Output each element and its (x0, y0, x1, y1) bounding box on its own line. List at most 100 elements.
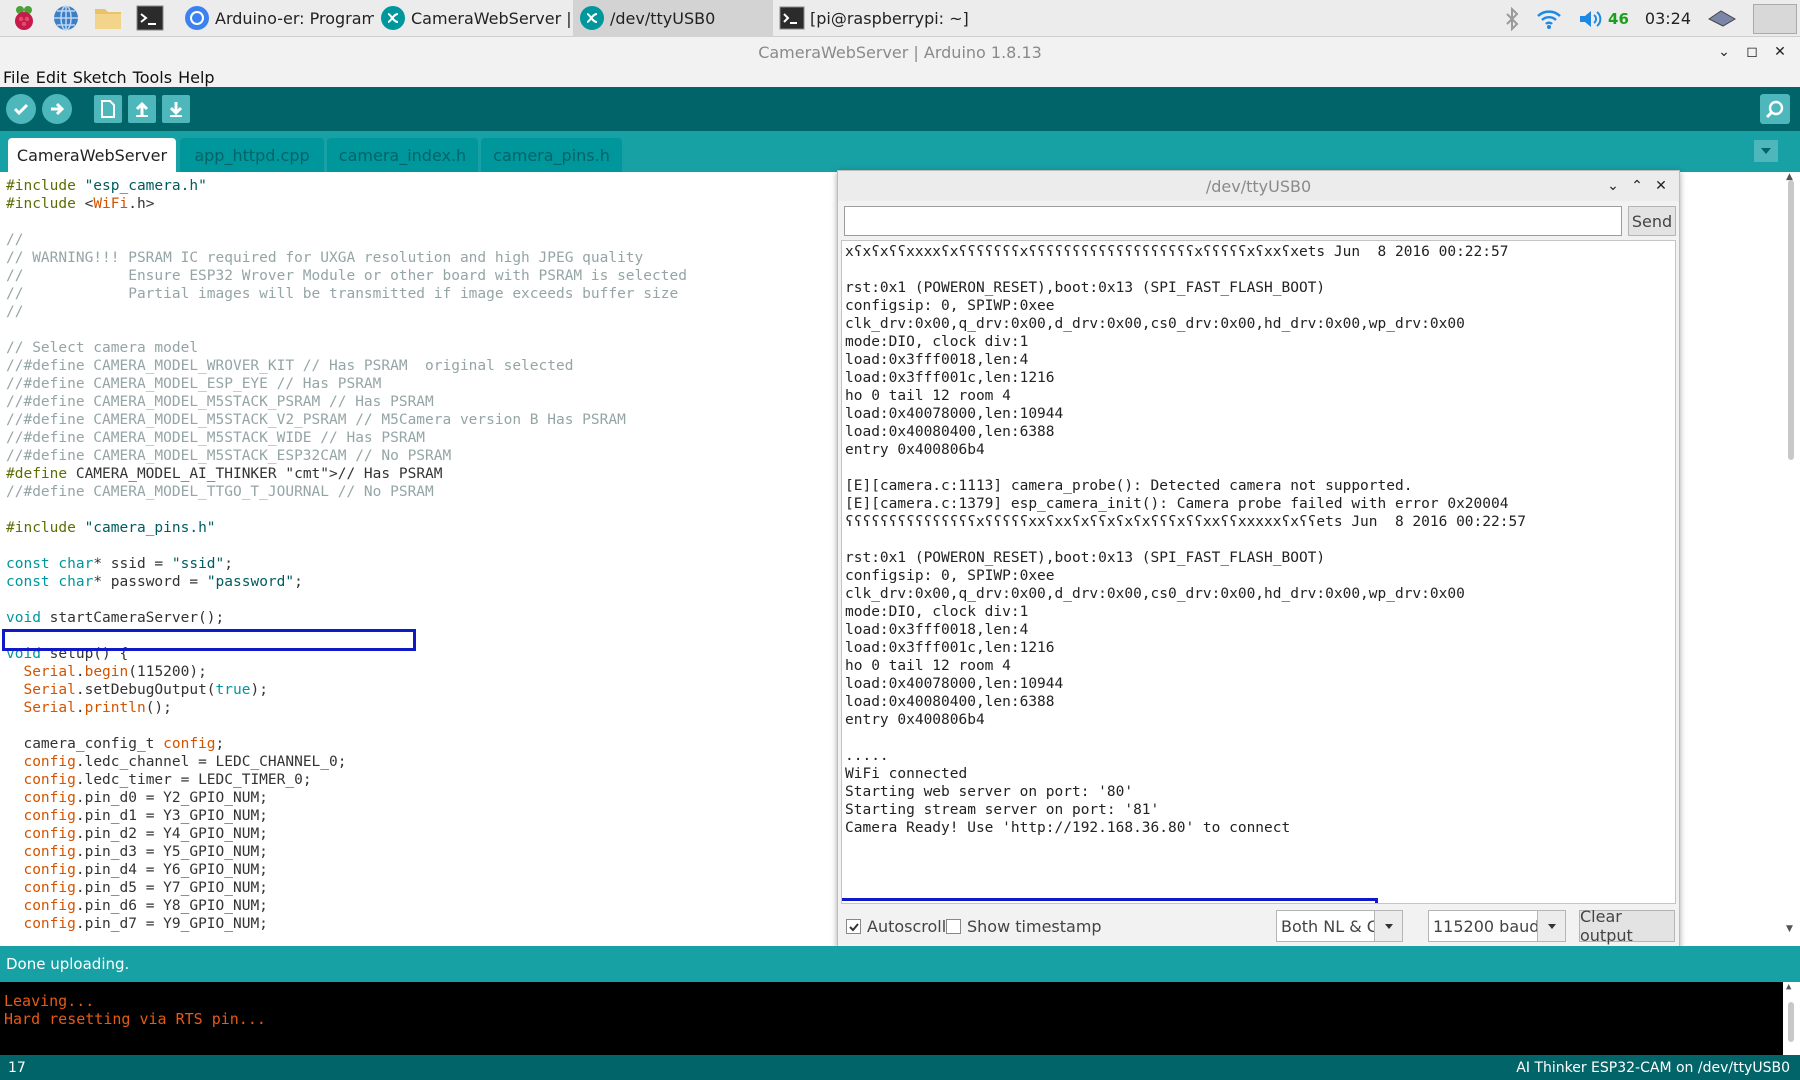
code-line: //#define CAMERA_MODEL_WROVER_KIT // Has… (6, 358, 574, 374)
file-manager-icon[interactable] (90, 2, 126, 35)
line-ending-select[interactable]: Both NL & CR (1276, 910, 1403, 942)
serial-line: load:0x40080400,len:6388 (845, 424, 1055, 440)
code-line: Serial.begin(115200); (23, 664, 207, 680)
code-line: #include "esp_camera.h" (6, 178, 207, 194)
tab-menu-button[interactable] (1754, 140, 1778, 162)
menu-sketch[interactable]: Sketch (70, 68, 130, 87)
serial-line: load:0x3fff0018,len:4 (845, 352, 1029, 368)
serial-monitor-button[interactable] (1760, 94, 1790, 124)
serial-line: clk_drv:0x00,q_drv:0x00,d_drv:0x00,cs0_d… (845, 316, 1465, 332)
serial-line: load:0x40080400,len:6388 (845, 694, 1055, 710)
minimize-icon[interactable]: ⌄ (1710, 44, 1738, 60)
autoscroll-label: Autoscroll (867, 917, 947, 936)
show-desktop-button[interactable] (1753, 3, 1797, 34)
minimize-icon[interactable]: ⌄ (1601, 178, 1625, 194)
task-label: CameraWebServer | A... (411, 8, 573, 28)
serial-monitor-title: /dev/ttyUSB0 (838, 171, 1679, 201)
editor-scrollbar[interactable]: ▲ ▼ (1783, 172, 1800, 934)
close-icon[interactable]: ✕ (1649, 178, 1673, 194)
volume-icon[interactable]: 46 (1578, 8, 1629, 30)
raspberry-menu-icon[interactable] (6, 2, 42, 35)
upload-button[interactable] (42, 94, 72, 124)
serial-line: rst:0x1 (POWERON_RESET),boot:0x13 (SPI_F… (845, 280, 1326, 296)
save-sketch-button[interactable] (162, 95, 190, 123)
code-line: // (6, 232, 24, 248)
serial-line: load:0x3fff001c,len:1216 (845, 370, 1055, 386)
autoscroll-option[interactable]: Autoscroll (846, 917, 946, 936)
sketch-tabs: CameraWebServer app_httpd.cpp camera_ind… (0, 131, 1800, 172)
chevron-down-icon (1374, 911, 1402, 941)
serial-line: entry 0x400806b4 (845, 442, 985, 458)
clear-output-button[interactable]: Clear output (1579, 907, 1675, 945)
serial-line: Camera Ready! Use 'http://192.168.36.80'… (845, 820, 1291, 836)
baud-rate-select[interactable]: 115200 baud (1428, 910, 1566, 942)
serial-line: entry 0x400806b4 (845, 712, 985, 728)
new-file-icon (101, 100, 115, 118)
eject-icon[interactable] (1707, 8, 1737, 30)
web-browser-icon[interactable] (48, 2, 84, 35)
maximize-icon[interactable]: ◻ (1738, 44, 1766, 60)
task-chromium[interactable]: Arduino-er: Program ... (178, 0, 374, 37)
console-scroll-thumb[interactable] (1788, 1002, 1794, 1042)
autoscroll-checkbox[interactable] (846, 919, 861, 934)
code-line: // WARNING!!! PSRAM IC required for UXGA… (6, 250, 644, 266)
code-line: //#define CAMERA_MODEL_M5STACK_ESP32CAM … (6, 448, 452, 464)
code-line: config.pin_d5 = Y7_GPIO_NUM; (23, 880, 268, 896)
open-sketch-button[interactable] (128, 95, 156, 123)
menu-edit[interactable]: Edit (33, 68, 70, 87)
bluetooth-icon[interactable] (1504, 6, 1520, 31)
checkmark-icon (848, 922, 859, 931)
tab-camerawebserver[interactable]: CameraWebServer (8, 138, 176, 172)
clock[interactable]: 03:24 (1645, 9, 1691, 28)
serial-line: load:0x3fff001c,len:1216 (845, 640, 1055, 656)
editor-scroll-thumb[interactable] (1788, 180, 1794, 460)
serial-output[interactable]: xʕxʕxʕʕxxxxʕxʕʕʕʕʕʕʕxʕʕʕʕʕʕʕʕʕʕʕʕʕʕʕʕʕʕʕ… (841, 240, 1676, 904)
code-line: #include "camera_pins.h" (6, 520, 216, 536)
timestamp-checkbox[interactable] (946, 919, 961, 934)
code-line: #include <WiFi.h> (6, 196, 155, 212)
selected-model-highlight-box (2, 629, 416, 651)
chevron-down-icon (1761, 148, 1771, 154)
task-terminal[interactable]: [pi@raspberrypi: ~] (773, 0, 973, 37)
arduino-icon (381, 6, 405, 30)
code-line: //#define CAMERA_MODEL_M5STACK_PSRAM // … (6, 394, 434, 410)
close-icon[interactable]: ✕ (1766, 44, 1794, 60)
checkmark-icon (13, 103, 29, 116)
code-line: config.pin_d6 = Y8_GPIO_NUM; (23, 898, 268, 914)
line-number: 17 (8, 1059, 26, 1076)
new-sketch-button[interactable] (94, 95, 122, 123)
wifi-icon[interactable] (1536, 8, 1562, 30)
scroll-down-icon[interactable]: ▼ (1786, 924, 1793, 934)
console-line: Hard resetting via RTS pin... (4, 1010, 266, 1028)
scroll-up-icon[interactable]: ▲ (1786, 982, 1791, 992)
menu-help[interactable]: Help (175, 68, 217, 87)
code-editor[interactable]: #include "esp_camera.h" #include <WiFi.h>… (0, 172, 838, 934)
task-serial-monitor[interactable]: /dev/ttyUSB0 (573, 0, 773, 37)
serial-send-input[interactable] (844, 206, 1622, 236)
serial-line: configsip: 0, SPIWP:0xee (845, 568, 1055, 584)
send-button[interactable]: Send (1628, 206, 1676, 236)
menu-tools[interactable]: Tools (130, 68, 175, 87)
verify-button[interactable] (6, 94, 36, 124)
code-line: config.pin_d2 = Y4_GPIO_NUM; (23, 826, 268, 842)
task-arduino-ide[interactable]: CameraWebServer | A... (374, 0, 573, 37)
window-controls: ⌄ ◻ ✕ (1710, 37, 1794, 67)
volume-level: 46 (1608, 9, 1629, 28)
task-label: /dev/ttyUSB0 (610, 8, 716, 28)
code-line: //#define CAMERA_MODEL_TTGO_T_JOURNAL //… (6, 484, 434, 500)
tab-camera-index[interactable]: camera_index.h (327, 138, 478, 172)
code-line: void startCameraServer(); (6, 610, 225, 626)
menu-file[interactable]: File (0, 68, 33, 87)
console-scrollbar[interactable]: ▲ (1783, 982, 1800, 1055)
timestamp-option[interactable]: Show timestamp (946, 917, 1102, 936)
code-line: config.pin_d3 = Y5_GPIO_NUM; (23, 844, 268, 860)
task-label: Arduino-er: Program ... (215, 8, 374, 28)
tab-camera-pins[interactable]: camera_pins.h (481, 138, 622, 172)
serial-line: ho 0 tail 12 room 4 (845, 388, 1011, 404)
chevron-down-icon (1537, 911, 1565, 941)
console-output[interactable]: Leaving... Hard resetting via RTS pin...… (0, 982, 1800, 1055)
terminal-icon[interactable] (132, 2, 168, 35)
maximize-icon[interactable]: ⌃ (1625, 178, 1649, 194)
tab-app-httpd[interactable]: app_httpd.cpp (180, 138, 324, 172)
task-label: [pi@raspberrypi: ~] (810, 8, 969, 28)
